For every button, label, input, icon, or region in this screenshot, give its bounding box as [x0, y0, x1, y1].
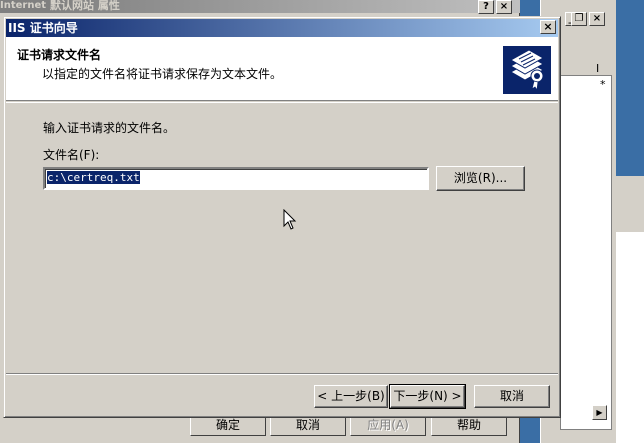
scroll-right-arrow-icon[interactable]: ▶: [592, 405, 607, 420]
instruction-text: 输入证书请求的文件名。: [43, 121, 176, 135]
certificate-icon: [503, 46, 551, 94]
background-window-strip: [616, 176, 644, 232]
properties-window-title: 默认网站 属性: [46, 0, 520, 13]
browse-button[interactable]: 浏览(R)...: [436, 166, 525, 191]
wizard-title-bar[interactable]: IIS 证书向导: [6, 19, 558, 37]
mmc-list-header: [560, 60, 612, 76]
next-button[interactable]: 下一步(N) >: [389, 384, 466, 409]
help-icon[interactable]: ?: [478, 0, 494, 14]
divider: [6, 374, 558, 375]
filename-label: 文件名(F):: [43, 148, 100, 162]
wizard-cancel-button[interactable]: 取消: [474, 385, 550, 408]
close-icon[interactable]: ×: [540, 20, 556, 34]
filename-input[interactable]: c:\certreq.txt: [43, 167, 429, 190]
restore-icon[interactable]: ❐: [571, 12, 587, 26]
wizard-step-description: 以指定的文件名将证书请求保存为文本文件。: [42, 67, 283, 81]
back-button[interactable]: < 上一步(B): [314, 385, 388, 408]
list-item-marker: *: [600, 78, 606, 91]
list-column-header[interactable]: I: [596, 62, 599, 75]
close-icon[interactable]: ×: [589, 12, 605, 26]
close-icon[interactable]: ×: [496, 0, 512, 14]
filename-value: c:\certreq.txt: [47, 171, 140, 184]
wizard-step-heading: 证书请求文件名: [17, 48, 102, 62]
divider: [6, 102, 558, 103]
background-window-strip: [616, 232, 644, 443]
mouse-cursor-icon: [283, 208, 297, 234]
mmc-list-view[interactable]: [560, 60, 612, 430]
mmc-left-title: Internet I: [0, 0, 48, 13]
